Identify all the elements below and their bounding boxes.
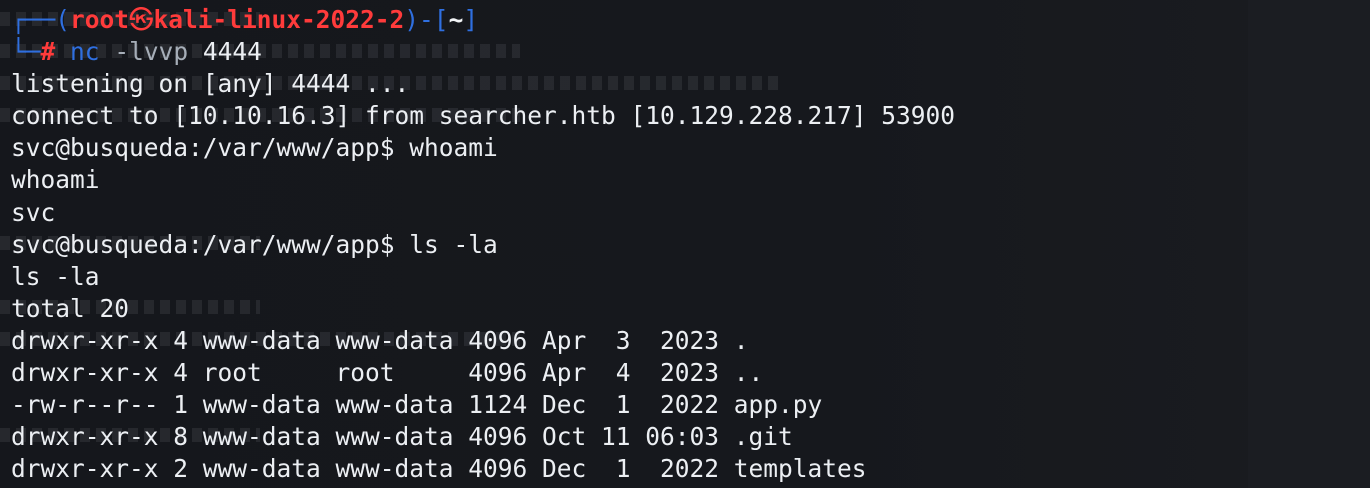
output-line: drwxr-xr-x 4 root root 4096 Apr 4 2023 .… [11,358,764,388]
terminal-output: ┌──(root㉿kali-linux-2022-2)-[~] └─# nc -… [11,4,1370,485]
prompt-user: root [70,5,130,34]
prompt-line-command[interactable]: └─# nc -lvvp 4444 [11,36,1370,68]
output-line: listening on [any] 4444 ... [11,69,410,99]
prompt-frame-top-right: ] [463,5,479,34]
output-line: -rw-r--r-- 1 www-data www-data 1124 Dec … [11,390,823,420]
command-port: 4444 [202,37,262,67]
prompt-symbol: # [40,37,56,67]
command-name: nc [70,37,100,67]
prompt-cwd: ~ [448,5,464,34]
output-line: svc@busqueda:/var/www/app$ whoami [11,133,498,163]
output-line: total 20 [11,293,130,323]
output-line: drwxr-xr-x 2 www-data www-data 4096 Dec … [11,454,867,484]
prompt-line-top: ┌──(root㉿kali-linux-2022-2)-[~] [11,4,1370,36]
prompt-frame-top-left: ┌──( [11,5,71,34]
output-line: drwxr-xr-x 4 www-data www-data 4096 Apr … [11,325,749,355]
prompt-frame-bottom: └─ [11,37,41,67]
output-line: svc@busqueda:/var/www/app$ ls -la [11,229,498,259]
terminal-window[interactable]: ┌──(root㉿kali-linux-2022-2)-[~] └─# nc -… [0,0,1370,488]
prompt-host: kali-linux-2022-2 [153,5,405,34]
output-line: ls -la [11,261,100,291]
output-line: connect to [10.10.16.3] from searcher.ht… [11,101,956,131]
command-flags: -lvvp [114,37,189,67]
output-line: svc [11,197,56,227]
output-line: whoami [11,165,100,195]
prompt-frame-mid: )-[ [404,5,449,34]
skull-icon: ㉿ [129,5,154,34]
output-line: drwxr-xr-x 8 www-data www-data 4096 Oct … [11,422,793,452]
